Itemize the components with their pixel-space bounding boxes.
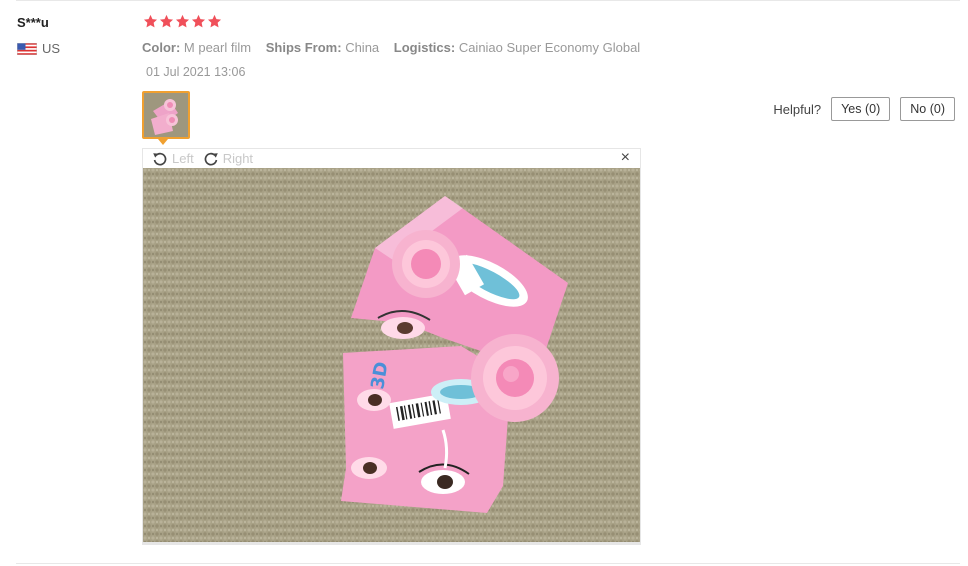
thumbnail-pointer: [158, 139, 168, 145]
color-info: Color: M pearl film: [142, 40, 251, 55]
helpful-no-button[interactable]: No (0): [900, 97, 955, 121]
star-icon: [159, 14, 174, 28]
reviewer-country: US: [17, 41, 60, 56]
rotate-left-icon: [153, 152, 167, 165]
logistics-label: Logistics:: [393, 40, 456, 55]
review-photo-thumbnail[interactable]: [142, 91, 190, 139]
star-icon: [191, 14, 206, 28]
top-divider: [16, 0, 960, 1]
rotate-right-button[interactable]: Right: [203, 151, 253, 167]
rotate-left-button[interactable]: Left: [152, 151, 194, 167]
review-date: 01 Jul 2021 13:06: [146, 65, 246, 79]
color-value: M pearl film: [183, 40, 252, 55]
rotate-left-label: Left: [172, 151, 194, 166]
logistics-info: Logistics: Cainiao Super Economy Global: [394, 40, 640, 55]
us-flag-icon: [17, 42, 37, 55]
star-icon: [207, 14, 222, 28]
helpful-label: Helpful?: [773, 101, 822, 117]
star-rating: [143, 14, 222, 29]
ships-info: Ships From: China: [266, 40, 379, 55]
bottom-divider: [16, 563, 960, 564]
country-code: US: [42, 41, 61, 56]
color-label: Color:: [142, 40, 181, 55]
rotate-right-label: Right: [222, 151, 254, 166]
photo-viewer: Left Right × 3D: [142, 148, 641, 545]
viewer-toolbar: Left Right ×: [143, 149, 640, 168]
helpful-votes: Helpful? Yes (0) No (0): [773, 97, 955, 121]
star-icon: [143, 14, 158, 28]
ships-from-label: Ships From:: [265, 40, 342, 55]
helpful-yes-button[interactable]: Yes (0): [831, 97, 891, 121]
ships-from-value: China: [345, 40, 380, 55]
order-info: Color: M pearl film Ships From: China Lo…: [142, 40, 651, 55]
logistics-value: Cainiao Super Economy Global: [458, 40, 641, 55]
product-photo: 3D: [143, 168, 640, 542]
thumbnail-image: [144, 93, 188, 137]
close-icon[interactable]: ×: [621, 150, 630, 166]
star-icon: [175, 14, 190, 28]
reviewer-name: S***u: [17, 15, 49, 30]
rotate-right-icon: [204, 152, 218, 165]
review-photo-large: 3D: [143, 168, 640, 542]
